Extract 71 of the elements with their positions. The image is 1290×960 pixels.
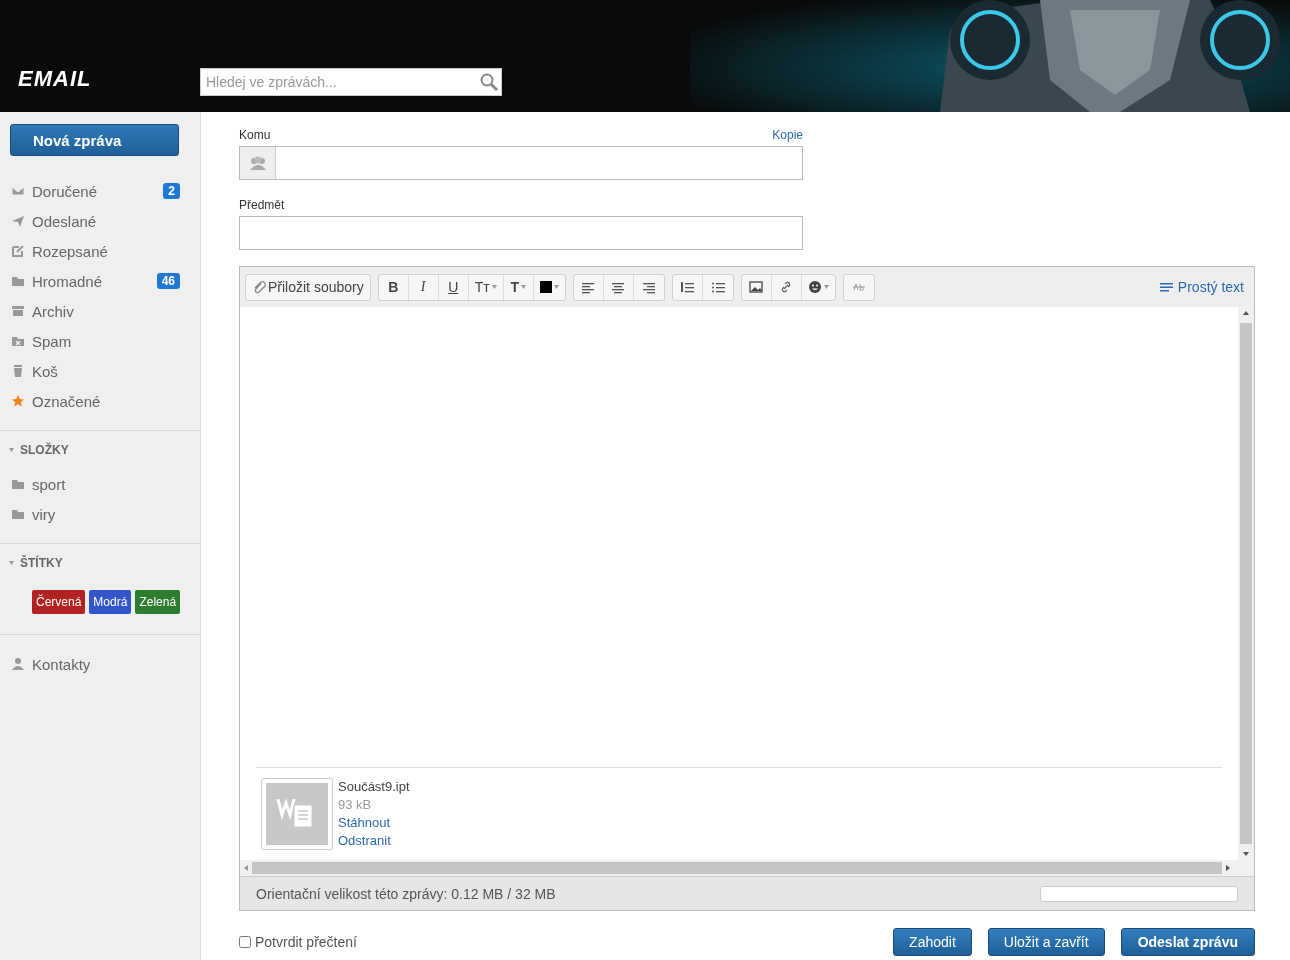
scroll-down-icon[interactable] [1243, 852, 1249, 856]
person-icon [11, 657, 25, 671]
folder-icon [11, 274, 25, 288]
star-icon [11, 394, 25, 408]
collapse-caret-icon[interactable] [9, 561, 14, 565]
text-lines-icon [1159, 282, 1173, 292]
toolbar-button[interactable]: Tт [468, 274, 504, 300]
unread-count: 2 [163, 183, 180, 199]
toolbar-button[interactable]: I [408, 274, 439, 300]
search-field[interactable]: Hledej ve zprávách... [200, 68, 502, 96]
remove-link[interactable]: Odstranit [338, 832, 410, 850]
folder-item[interactable]: Hromadné 46 [0, 266, 200, 296]
align-right-icon [641, 280, 656, 294]
label-tag[interactable]: Modrá [89, 590, 132, 614]
trash-icon [11, 364, 25, 378]
message-size-info: Orientační velikost této zprávy: 0.12 MB / 32 MB [256, 885, 556, 902]
file-size: 93 kB [338, 796, 373, 814]
folder-item[interactable]: viry [0, 499, 200, 529]
archive-icon [11, 304, 25, 318]
plain-text-link[interactable]: Prostý text [1159, 279, 1244, 295]
numbered-list-icon [680, 280, 695, 294]
folder-item[interactable]: Odeslané [0, 206, 200, 236]
folder-item[interactable]: sport [0, 469, 200, 499]
recipient-field[interactable] [239, 146, 803, 180]
label-tag[interactable]: Zelená [135, 590, 181, 614]
paperclip-icon [252, 280, 266, 294]
image-icon [749, 280, 764, 294]
folder-icon [11, 507, 25, 521]
section-title: SLOŽKY [20, 443, 69, 457]
scroll-right-icon[interactable] [1226, 865, 1230, 871]
file-name: Součást9.ipt [338, 778, 410, 796]
logo[interactable]: EMAIL [18, 66, 200, 92]
edit-icon [11, 244, 25, 258]
folder-item[interactable]: Koš [0, 356, 200, 386]
align-left-icon [581, 280, 596, 294]
folder-item[interactable]: Spam [0, 326, 200, 356]
cc-link[interactable]: Kopie [772, 128, 803, 142]
bullet-list-icon [710, 280, 725, 294]
scroll-up-icon[interactable] [1243, 311, 1249, 315]
search-icon[interactable] [480, 73, 498, 91]
document-icon [266, 783, 328, 845]
folder-icon [11, 477, 25, 491]
contacts-item[interactable]: Kontakty [0, 649, 200, 679]
download-link[interactable]: Stáhnout [338, 814, 410, 832]
paper-plane-icon [11, 214, 25, 228]
label-tag[interactable]: Červená [32, 590, 86, 614]
align-center-icon [611, 280, 626, 294]
toolbar-button[interactable]: T [503, 274, 534, 300]
read-receipt-checkbox[interactable] [239, 936, 251, 948]
collapse-caret-icon[interactable] [9, 448, 14, 452]
spam-folder-icon [11, 334, 25, 348]
subject-field[interactable] [239, 216, 803, 250]
field-label: Předmět [239, 198, 285, 212]
folder-item[interactable]: Rozepsané [0, 236, 200, 266]
new-message-button[interactable]: Nová zpráva [10, 124, 179, 156]
horizontal-scrollbar[interactable] [240, 860, 1254, 876]
attach-button[interactable]: Přiložit soubory [246, 274, 370, 300]
action-button[interactable]: Uložit a zavřít [987, 928, 1105, 956]
folder-item[interactable]: Archiv [0, 296, 200, 326]
toolbar-button[interactable]: B [378, 274, 409, 300]
folder-item[interactable]: Doručené 2 [0, 176, 200, 206]
folder-item[interactable]: Označené [0, 386, 200, 416]
field-label: Komu [239, 128, 271, 142]
action-button[interactable]: Zahodit [893, 928, 972, 956]
toolbar-button[interactable]: U [438, 274, 469, 300]
unread-count: 46 [156, 273, 180, 289]
smiley-icon [807, 280, 822, 294]
send-button[interactable]: Odeslat zprávu [1120, 928, 1255, 956]
checkbox-label: Potvrdit přečtení [255, 934, 357, 950]
scroll-left-icon[interactable] [244, 865, 248, 871]
section-title: ŠTÍTKY [20, 556, 63, 570]
